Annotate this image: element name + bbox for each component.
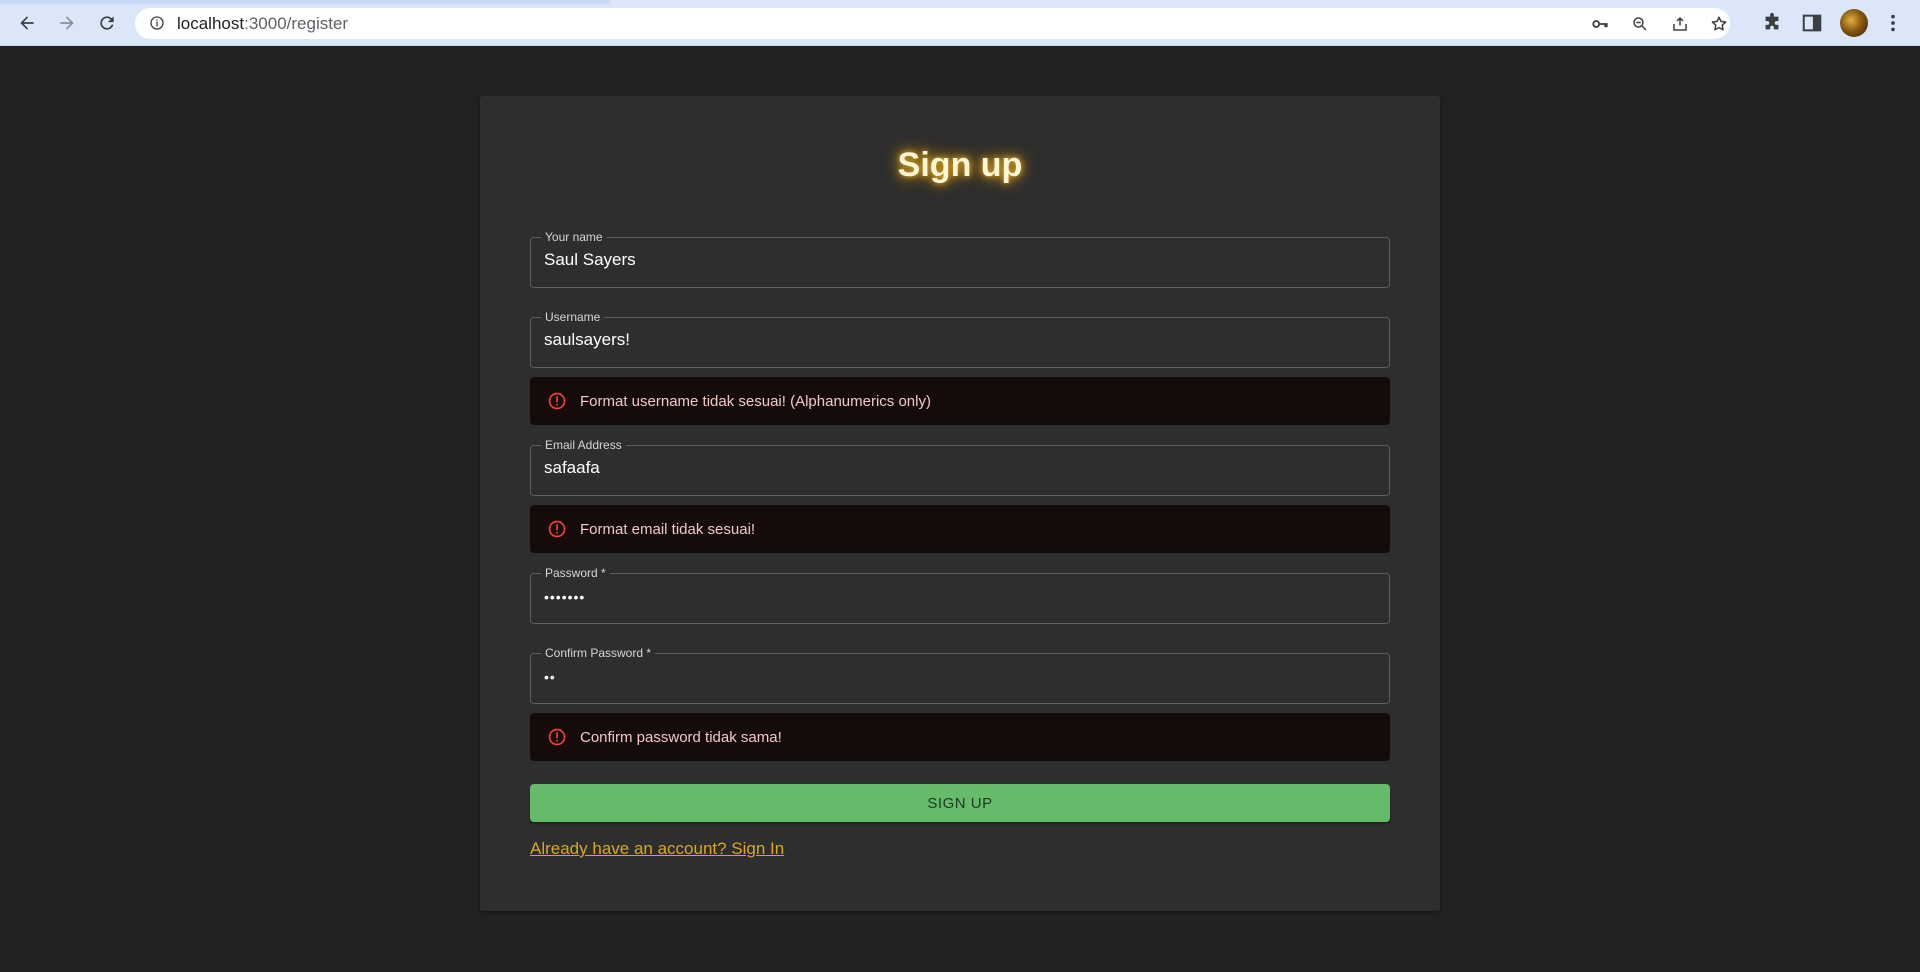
name-field-value[interactable]: Saul Sayers [544, 250, 636, 270]
password-field-value[interactable]: ••••••• [544, 589, 585, 605]
key-icon[interactable] [1591, 15, 1609, 33]
username-field[interactable]: Username saulsayers! [530, 310, 1390, 368]
name-field-outline: Your name [530, 230, 1390, 288]
confirm-error-text: Confirm password tidak sama! [580, 729, 782, 746]
error-circle-icon [548, 728, 566, 746]
address-bar[interactable]: localhost:3000/register [135, 8, 1730, 39]
name-field[interactable]: Your name Saul Sayers [530, 230, 1390, 288]
email-error-text: Format email tidak sesuai! [580, 521, 756, 538]
email-error-alert: Format email tidak sesuai! [530, 505, 1390, 553]
reload-icon [100, 16, 114, 30]
arrow-left-icon [20, 16, 34, 30]
password-field-label: Password * [545, 566, 606, 580]
sign-in-link[interactable]: Already have an account? Sign In [530, 839, 784, 859]
puzzle-icon[interactable] [1761, 12, 1783, 34]
username-error-alert: Format username tidak sesuai! (Alphanume… [530, 377, 1390, 425]
error-circle-icon [548, 520, 566, 538]
zoom-out-icon[interactable] [1631, 15, 1649, 33]
confirm-error-alert: Confirm password tidak sama! [530, 713, 1390, 761]
username-error-text: Format username tidak sesuai! (Alphanume… [580, 393, 931, 410]
arrow-right-icon [60, 16, 74, 30]
sign-up-button[interactable]: SIGN UP [530, 784, 1390, 822]
info-icon[interactable] [149, 15, 165, 31]
confirm-password-field[interactable]: Confirm Password * •• [530, 646, 1390, 704]
kebab-menu-icon[interactable] [1882, 12, 1904, 34]
email-field-outline: Email Address [530, 438, 1390, 496]
page-title: Sign up [897, 146, 1023, 184]
browser-toolbar: localhost:3000/register [0, 0, 1920, 46]
side-panel-icon[interactable] [1801, 12, 1823, 34]
star-icon[interactable] [1710, 15, 1728, 33]
username-field-outline: Username [530, 310, 1390, 368]
email-field[interactable]: Email Address safaafa [530, 438, 1390, 496]
name-field-label: Your name [545, 230, 603, 244]
back-button[interactable] [13, 9, 41, 37]
password-field-outline: Password * [530, 566, 1390, 624]
confirm-password-field-outline: Confirm Password * [530, 646, 1390, 704]
signup-card: Sign up Your name Saul Sayers Username s… [480, 96, 1440, 911]
forward-button[interactable] [53, 9, 81, 37]
url-text[interactable]: localhost:3000/register [177, 15, 348, 32]
error-circle-icon [548, 392, 566, 410]
email-field-value[interactable]: safaafa [544, 458, 600, 478]
password-field[interactable]: Password * ••••••• [530, 566, 1390, 624]
reload-button[interactable] [93, 9, 121, 37]
url-host: localhost [177, 14, 245, 33]
confirm-password-field-value[interactable]: •• [544, 669, 556, 685]
share-icon[interactable] [1671, 15, 1689, 33]
confirm-password-field-label: Confirm Password * [545, 646, 652, 660]
username-field-label: Username [545, 310, 601, 324]
email-field-label: Email Address [545, 438, 622, 452]
page-viewport: Sign up Your name Saul Sayers Username s… [0, 47, 1920, 972]
url-path: :3000/register [244, 14, 349, 33]
active-tab-accent [0, 0, 610, 4]
avatar[interactable] [1840, 9, 1868, 37]
username-field-value[interactable]: saulsayers! [544, 330, 630, 350]
